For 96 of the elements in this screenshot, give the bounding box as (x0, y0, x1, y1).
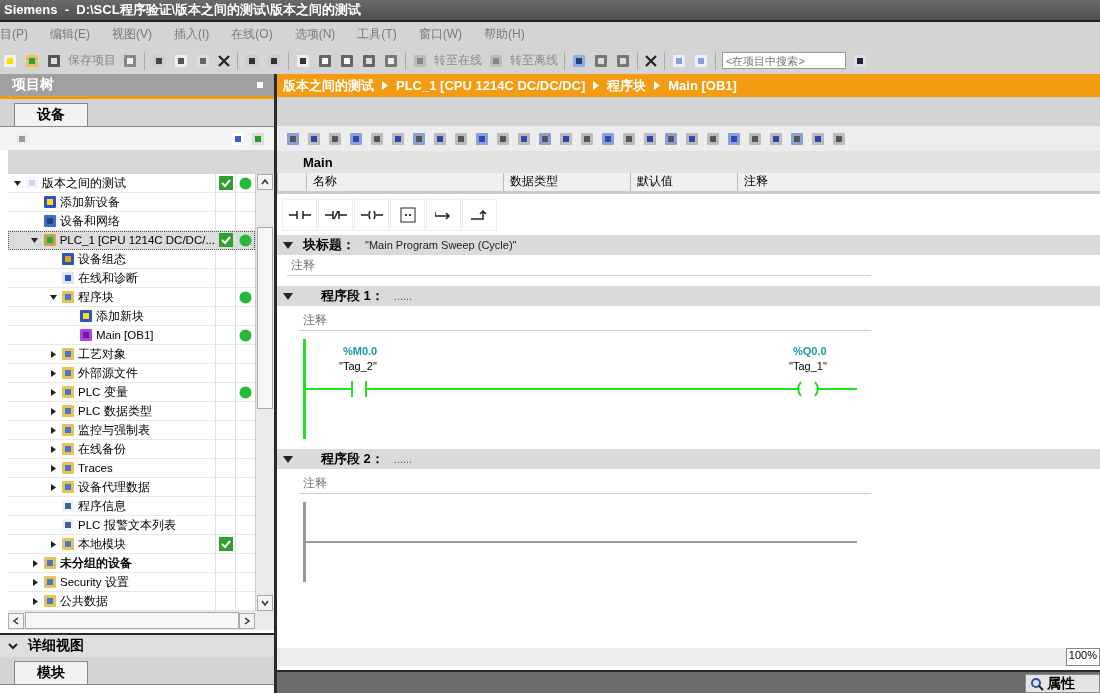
tree-item[interactable]: 程序信息 (8, 497, 255, 516)
collapsed-arrow-icon[interactable] (49, 407, 57, 415)
tab[interactable]: 模块 (14, 661, 88, 684)
zoom-field[interactable]: 100% (1065, 648, 1100, 666)
comment-field[interactable]: 注释 (299, 310, 871, 331)
coil-icon (360, 210, 383, 220)
tree-item[interactable]: 设备组态 (8, 250, 255, 269)
operand-tag: "Tag_2" (339, 360, 377, 372)
normally-closed-contact-button[interactable] (318, 199, 353, 231)
chevron-icon (654, 81, 661, 90)
collapsed-arrow-icon[interactable] (49, 426, 57, 434)
window-title: Siemens - D:\SCL程序验证\版本之间的测试\版本之间的测试 (0, 0, 1100, 20)
tab[interactable]: 设备 (14, 103, 88, 126)
block-title-label: 块标题： (303, 236, 355, 254)
network-title-comment: ...... (393, 290, 413, 302)
normally-open-contact-button[interactable] (282, 199, 317, 231)
collapsed-arrow-icon[interactable] (49, 350, 57, 358)
collapsed-arrow-icon[interactable] (49, 369, 57, 377)
block-title-text: "Main Program Sweep (Cycle)" (365, 239, 517, 251)
comment-field[interactable]: 注释 (287, 255, 871, 276)
panel-title: 详细视图 (28, 637, 84, 655)
tree-item[interactable]: 程序块 (8, 288, 255, 307)
wire-line (306, 388, 351, 390)
close-icon[interactable] (644, 53, 658, 68)
scrollbar-thumb[interactable] (257, 226, 273, 409)
close-branch-button[interactable] (462, 199, 497, 231)
tree-item[interactable]: 监控与强制表 (8, 421, 255, 440)
tree-item[interactable]: 在线备份 (8, 440, 255, 459)
tree-item[interactable]: 设备和网络 (8, 212, 255, 231)
search-icon (1030, 676, 1044, 691)
tree-item[interactable]: Security 设置 (8, 573, 255, 592)
scroll-left-button[interactable] (8, 612, 24, 629)
tree-item[interactable]: 设备代理数据 (8, 478, 255, 497)
tree-item[interactable]: 未分组的设备 (8, 554, 255, 573)
collapsed-arrow-icon[interactable] (31, 597, 39, 605)
tree-item[interactable]: Main [OB1] (8, 326, 255, 345)
properties-button[interactable]: 属性 (1025, 674, 1100, 693)
wire-line (819, 388, 857, 390)
search-field[interactable]: <在项目中搜索> (722, 52, 846, 69)
tree-item[interactable]: 本地模块 (8, 535, 255, 554)
chevron-icon (382, 81, 388, 90)
tree-item[interactable]: 添加新块 (8, 307, 255, 326)
network-title: 程序段 1： (321, 287, 384, 305)
collapsed-arrow-icon[interactable] (49, 483, 57, 491)
scrollbar-thumb[interactable] (24, 612, 239, 629)
tree-item[interactable]: 公共数据 (8, 592, 255, 611)
scroll-down-button[interactable] (257, 595, 273, 611)
network-title: 程序段 2： (321, 450, 384, 468)
contact-icon (288, 210, 311, 220)
collapsed-arrow-icon[interactable] (31, 578, 39, 586)
chevron-icon (261, 599, 269, 607)
tree-item[interactable]: PLC 变量 (8, 383, 255, 402)
closed-contact-icon (324, 210, 347, 220)
operand-address: %M0.0 (343, 345, 378, 357)
operand-tag: "Tag_1" (789, 360, 827, 372)
tree-item[interactable]: 外部源文件 (8, 364, 255, 383)
column-header: 注释 (737, 173, 864, 191)
collapsed-arrow-icon[interactable] (31, 559, 39, 567)
collapsed-arrow-icon[interactable] (49, 388, 57, 396)
chevron-icon (593, 81, 600, 90)
tree-item[interactable]: PLC 数据类型 (8, 402, 255, 421)
tree-item[interactable]: PLC_1 [CPU 1214C DC/DC/... (8, 231, 255, 250)
collapse-arrow-icon[interactable] (283, 241, 293, 249)
tree-item[interactable]: 工艺对象 (8, 345, 255, 364)
expanded-arrow-icon[interactable] (49, 293, 57, 301)
open-branch-button[interactable] (426, 199, 461, 231)
scroll-right-button[interactable] (239, 612, 256, 629)
collapse-arrow-icon[interactable] (283, 292, 293, 300)
chevron-icon (261, 178, 269, 186)
branch-up-arrow-icon (470, 209, 489, 221)
column-header: 名称 (306, 173, 503, 191)
tree-item[interactable]: PLC 报警文本列表 (8, 516, 255, 535)
tree-item[interactable]: 在线和诊断 (8, 269, 255, 288)
chevron-icon (12, 616, 20, 625)
column-header: 数据类型 (503, 173, 630, 191)
coil-button[interactable] (354, 199, 389, 231)
tree-item[interactable]: 添加新设备 (8, 193, 255, 212)
box-icon (399, 207, 416, 223)
scroll-up-button[interactable] (257, 174, 273, 190)
delete-icon[interactable] (217, 53, 231, 68)
panel-title: 项目树 (12, 76, 54, 94)
network-title-comment: ...... (393, 453, 413, 465)
operand-address: %Q0.0 (793, 345, 827, 357)
collapsed-arrow-icon[interactable] (49, 445, 57, 453)
tree-item[interactable]: 版本之间的测试 (8, 174, 255, 193)
collapsed-arrow-icon[interactable] (49, 464, 57, 472)
comment-field[interactable]: 注释 (299, 473, 871, 494)
tree-item[interactable]: Traces (8, 459, 255, 478)
branch-arrow-icon (434, 210, 453, 220)
expanded-arrow-icon[interactable] (31, 236, 39, 244)
chevron-icon[interactable] (8, 642, 18, 650)
expanded-arrow-icon[interactable] (13, 179, 21, 187)
column-header: 默认值 (630, 173, 737, 191)
interface-title: Main (277, 151, 1100, 173)
collapse-arrow-icon[interactable] (283, 455, 293, 463)
collapsed-arrow-icon[interactable] (49, 540, 57, 548)
